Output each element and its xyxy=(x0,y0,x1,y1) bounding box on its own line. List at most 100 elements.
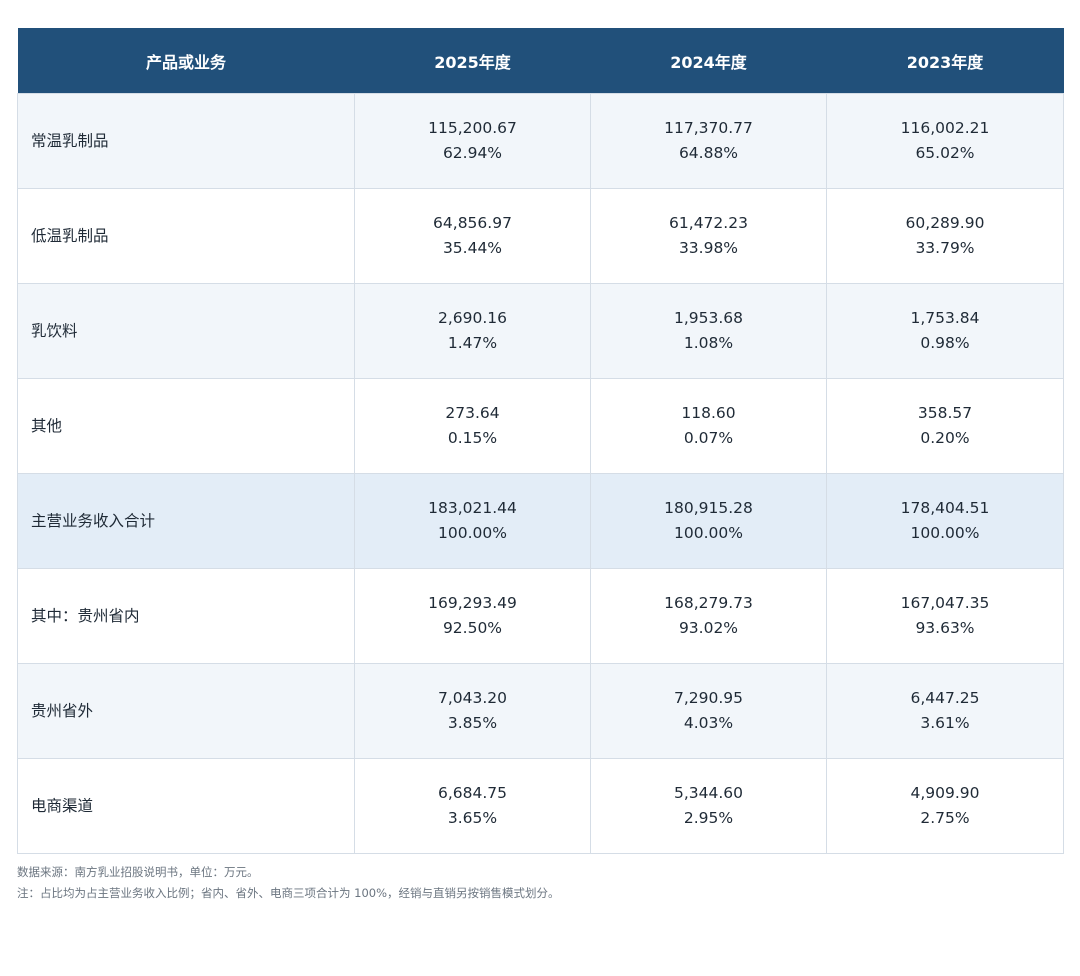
cell-2025: 183,021.44 100.00% xyxy=(354,473,591,569)
table-header: 产品或业务 2025年度 2024年度 2023年度 xyxy=(17,28,1064,94)
row-label: 其他 xyxy=(17,378,355,474)
cell-amount: 7,290.95 xyxy=(673,689,744,707)
cell-percent: 1.08% xyxy=(683,334,734,352)
cell-2024: 7,290.95 4.03% xyxy=(590,663,827,759)
cell-2025: 6,684.75 3.65% xyxy=(354,758,591,854)
cell-amount: 61,472.23 xyxy=(669,214,748,232)
cell-percent: 3.85% xyxy=(447,714,498,732)
cell-2024: 61,472.23 33.98% xyxy=(590,188,827,284)
source-note: 数据来源：南方乳业招股说明书，单位：万元。 xyxy=(17,865,259,879)
cell-amount: 118.60 xyxy=(681,404,736,422)
row-label: 低温乳制品 xyxy=(17,188,355,284)
revenue-table-container: 产品或业务 2025年度 2024年度 2023年度 常温乳制品 115,200… xyxy=(17,28,1064,854)
row-label: 常温乳制品 xyxy=(17,93,355,189)
row-label: 乳饮料 xyxy=(17,283,355,379)
row-label: 电商渠道 xyxy=(17,758,355,854)
cell-amount: 2,690.16 xyxy=(437,309,508,327)
header-2024: 2024年度 xyxy=(590,28,827,94)
cell-percent: 33.98% xyxy=(678,239,739,257)
cell-percent: 2.95% xyxy=(683,809,734,827)
cell-2024: 117,370.77 64.88% xyxy=(590,93,827,189)
cell-percent: 2.75% xyxy=(920,809,970,827)
cell-percent: 100.00% xyxy=(438,524,507,542)
cell-2025: 273.64 0.15% xyxy=(354,378,591,474)
cell-amount: 169,293.49 xyxy=(428,594,517,612)
cell-amount: 1,753.84 xyxy=(910,309,980,327)
table-row: 乳饮料 2,690.16 1.47% 1,953.68 1.08% 1,753.84… xyxy=(17,283,1064,379)
cell-2023: 4,909.90 2.75% xyxy=(826,758,1064,854)
cell-percent: 62.94% xyxy=(442,144,503,162)
cell-percent: 93.02% xyxy=(678,619,739,637)
cell-amount: 180,915.28 xyxy=(664,499,753,517)
table-row: 低温乳制品 64,856.97 35.44% 61,472.23 33.98% 60… xyxy=(17,188,1064,284)
table-row: 常温乳制品 115,200.67 62.94% 117,370.77 64.88% … xyxy=(17,93,1064,189)
revenue-table: 产品或业务 2025年度 2024年度 2023年度 常温乳制品 115,200… xyxy=(17,28,1064,854)
cell-percent: 0.98% xyxy=(920,334,970,352)
cell-2023: 1,753.84 0.98% xyxy=(826,283,1064,379)
cell-2024: 118.60 0.07% xyxy=(590,378,827,474)
cell-amount: 7,043.20 xyxy=(437,689,508,707)
table-body: 常温乳制品 115,200.67 62.94% 117,370.77 64.88% … xyxy=(17,93,1064,854)
header-row: 产品或业务 2025年度 2024年度 2023年度 xyxy=(17,28,1064,94)
cell-amount: 358.57 xyxy=(917,404,973,422)
cell-percent: 93.63% xyxy=(915,619,975,637)
cell-percent: 1.47% xyxy=(447,334,498,352)
cell-amount: 1,953.68 xyxy=(673,309,744,327)
cell-amount: 117,370.77 xyxy=(664,119,753,137)
cell-percent: 100.00% xyxy=(910,524,980,542)
cell-amount: 5,344.60 xyxy=(673,784,744,802)
cell-percent: 0.15% xyxy=(447,429,498,447)
cell-2023: 6,447.25 3.61% xyxy=(826,663,1064,759)
cell-2025: 2,690.16 1.47% xyxy=(354,283,591,379)
cell-2023: 178,404.51 100.00% xyxy=(826,473,1064,569)
cell-amount: 178,404.51 xyxy=(900,499,990,517)
table-row-total: 主营业务收入合计 183,021.44 100.00% 180,915.28 100… xyxy=(17,473,1064,569)
cell-2024: 5,344.60 2.95% xyxy=(590,758,827,854)
footnote: 注：占比均为占主营业务收入比例；省内、省外、电商三项合计为 100%，经销与直销… xyxy=(17,886,560,900)
cell-percent: 0.07% xyxy=(683,429,734,447)
cell-amount: 4,909.90 xyxy=(910,784,980,802)
row-label: 其中：贵州省内 xyxy=(17,568,355,664)
table-row: 其他 273.64 0.15% 118.60 0.07% 358.57 0.20% xyxy=(17,378,1064,474)
cell-percent: 64.88% xyxy=(678,144,739,162)
row-label: 主营业务收入合计 xyxy=(17,473,355,569)
cell-2025: 169,293.49 92.50% xyxy=(354,568,591,664)
header-2023: 2023年度 xyxy=(826,28,1064,94)
cell-percent: 4.03% xyxy=(683,714,734,732)
cell-2023: 358.57 0.20% xyxy=(826,378,1064,474)
cell-2025: 115,200.67 62.94% xyxy=(354,93,591,189)
cell-percent: 0.20% xyxy=(920,429,970,447)
table-notes: 数据来源：南方乳业招股说明书，单位：万元。 注：占比均为占主营业务收入比例；省内… xyxy=(17,862,560,904)
cell-2023: 116,002.21 65.02% xyxy=(826,93,1064,189)
cell-amount: 168,279.73 xyxy=(664,594,753,612)
cell-amount: 273.64 xyxy=(445,404,500,422)
cell-amount: 167,047.35 xyxy=(900,594,990,612)
cell-amount: 6,684.75 xyxy=(437,784,508,802)
cell-2024: 168,279.73 93.02% xyxy=(590,568,827,664)
cell-2024: 1,953.68 1.08% xyxy=(590,283,827,379)
cell-amount: 64,856.97 xyxy=(433,214,512,232)
cell-percent: 65.02% xyxy=(915,144,975,162)
cell-percent: 3.65% xyxy=(447,809,498,827)
header-2025: 2025年度 xyxy=(354,28,591,94)
cell-percent: 92.50% xyxy=(442,619,503,637)
header-product: 产品或业务 xyxy=(17,28,355,94)
table-row: 其中：贵州省内 169,293.49 92.50% 168,279.73 93.02… xyxy=(17,568,1064,664)
cell-percent: 100.00% xyxy=(674,524,743,542)
cell-amount: 183,021.44 xyxy=(428,499,517,517)
cell-2023: 60,289.90 33.79% xyxy=(826,188,1064,284)
cell-percent: 3.61% xyxy=(920,714,970,732)
table-row: 贵州省外 7,043.20 3.85% 7,290.95 4.03% 6,447.2… xyxy=(17,663,1064,759)
cell-2025: 7,043.20 3.85% xyxy=(354,663,591,759)
row-label: 贵州省外 xyxy=(17,663,355,759)
cell-2025: 64,856.97 35.44% xyxy=(354,188,591,284)
cell-percent: 33.79% xyxy=(915,239,975,257)
cell-amount: 116,002.21 xyxy=(900,119,990,137)
cell-2024: 180,915.28 100.00% xyxy=(590,473,827,569)
cell-2023: 167,047.35 93.63% xyxy=(826,568,1064,664)
cell-amount: 6,447.25 xyxy=(910,689,980,707)
table-row: 电商渠道 6,684.75 3.65% 5,344.60 2.95% 4,909.9… xyxy=(17,758,1064,854)
cell-amount: 60,289.90 xyxy=(905,214,985,232)
cell-percent: 35.44% xyxy=(442,239,503,257)
cell-amount: 115,200.67 xyxy=(428,119,517,137)
